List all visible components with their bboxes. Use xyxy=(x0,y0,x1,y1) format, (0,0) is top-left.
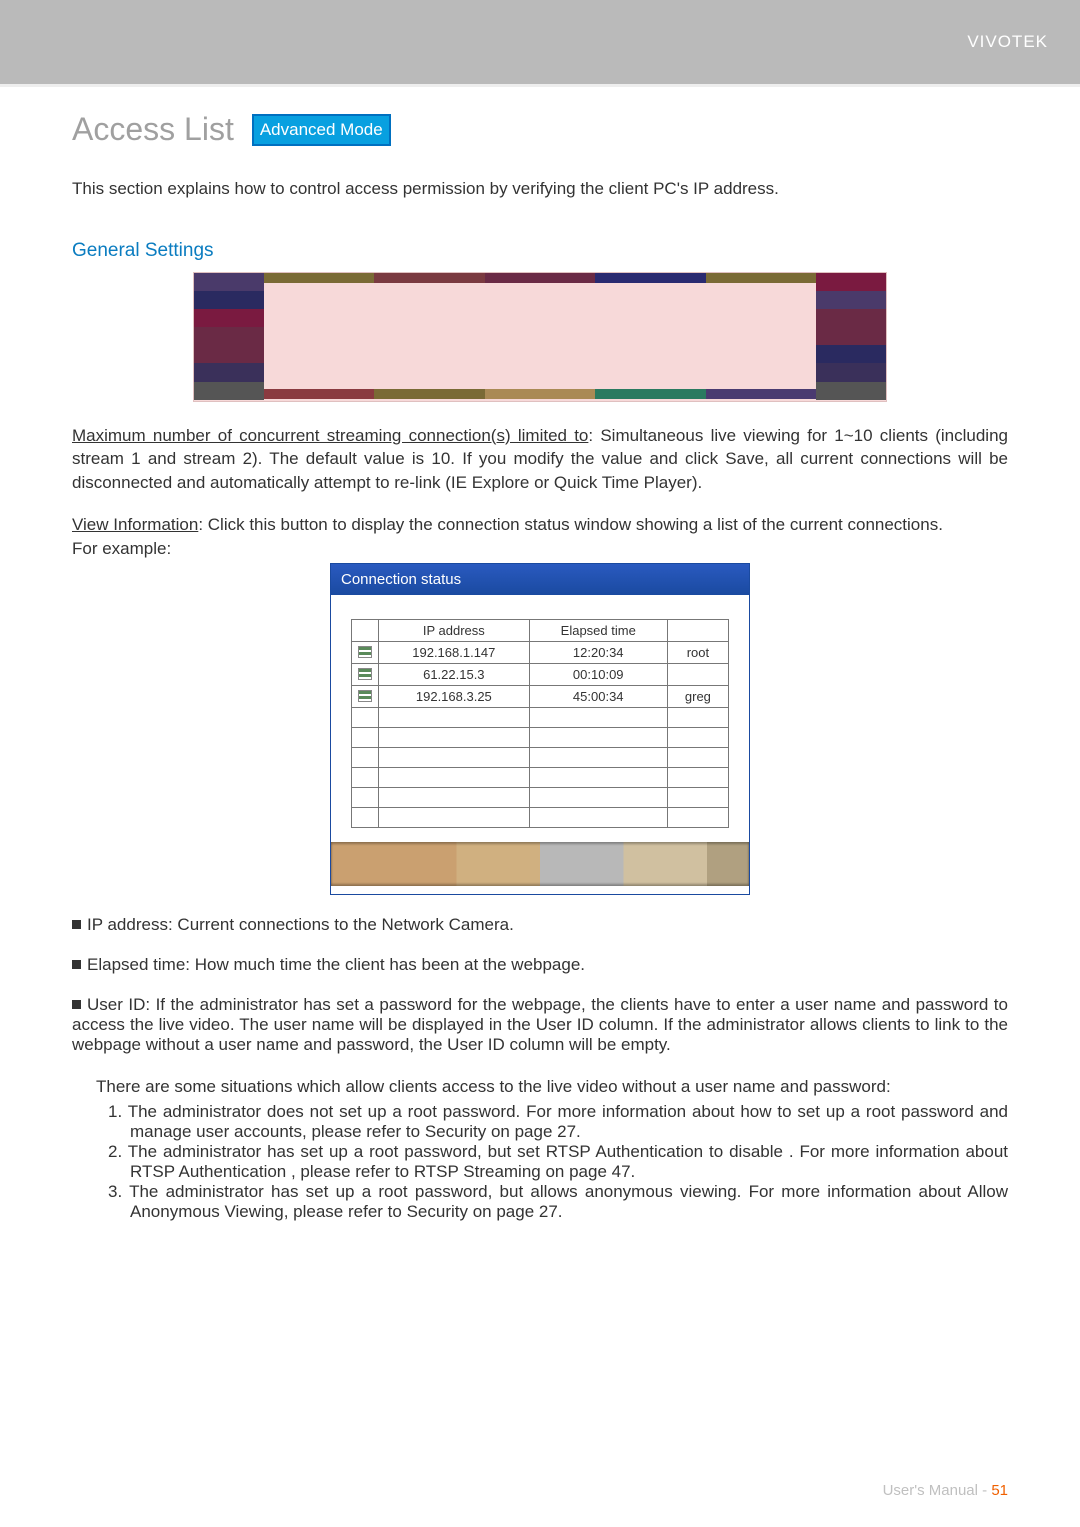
situations-list: 1. The administrator does not set up a r… xyxy=(108,1102,1008,1222)
cell-elapsed: 12:20:34 xyxy=(529,641,667,663)
bullet-et-label: Elapsed time xyxy=(87,955,185,974)
cell-ip: 61.22.15.3 xyxy=(379,663,530,685)
page-number: 51 xyxy=(991,1482,1008,1499)
bullet-uid-label: User ID xyxy=(87,995,145,1014)
cell-elapsed: 00:10:09 xyxy=(529,663,667,685)
situations-block: There are some situations which allow cl… xyxy=(96,1075,1008,1223)
intro-paragraph: This section explains how to control acc… xyxy=(72,176,1008,202)
cell-user: greg xyxy=(667,685,728,707)
brand-label: VIVOTEK xyxy=(967,32,1048,52)
table-row: 61.22.15.3 00:10:09 xyxy=(352,663,729,685)
footer-label: User's Manual - xyxy=(883,1482,992,1499)
page-title: Access List xyxy=(72,111,234,148)
cell-ip: 192.168.1.147 xyxy=(379,641,530,663)
connection-icon xyxy=(358,668,372,680)
bullet-et-body: : How much time the client has been at t… xyxy=(185,955,585,974)
connection-status-table: IP address Elapsed time 192.168.1.147 12… xyxy=(351,619,729,828)
cell-user: root xyxy=(667,641,728,663)
row-icon-cell xyxy=(352,685,379,707)
row-icon-cell xyxy=(352,641,379,663)
bullet-ip: IP address: Current connections to the N… xyxy=(72,915,1008,935)
connection-icon xyxy=(358,690,372,702)
table-row xyxy=(352,727,729,747)
bullet-ip-label: IP address xyxy=(87,915,168,934)
row-icon-cell xyxy=(352,663,379,685)
thumbnail-strip xyxy=(331,842,749,886)
situation-2: 2. The administrator has set up a root p… xyxy=(108,1142,1008,1182)
page-footer: User's Manual - 51 xyxy=(883,1482,1008,1499)
view-info-paragraph: View Information: Click this button to d… xyxy=(72,513,1008,537)
situations-intro: There are some situations which allow cl… xyxy=(96,1075,1008,1099)
table-row: 192.168.1.147 12:20:34 root xyxy=(352,641,729,663)
bullet-ip-body: : Current connections to the Network Cam… xyxy=(168,915,514,934)
connection-status-window: Connection status IP address Elapsed tim… xyxy=(330,563,750,895)
cell-user xyxy=(667,663,728,685)
table-row xyxy=(352,787,729,807)
cell-elapsed: 45:00:34 xyxy=(529,685,667,707)
connection-icon xyxy=(358,646,372,658)
max-connections-paragraph: Maximum number of concurrent streaming c… xyxy=(72,424,1008,495)
bullet-uid-body: : If the administrator has set a passwor… xyxy=(72,995,1008,1054)
table-row xyxy=(352,707,729,727)
table-row: 192.168.3.25 45:00:34 greg xyxy=(352,685,729,707)
general-settings-screenshot xyxy=(193,272,887,402)
page-content: Access List Advanced Mode This section e… xyxy=(0,87,1080,1222)
bullet-userid: User ID: If the administrator has set a … xyxy=(72,995,1008,1055)
situation-3: 3. The administrator has set up a root p… xyxy=(108,1182,1008,1222)
table-header-row: IP address Elapsed time xyxy=(352,619,729,641)
view-info-body: : Click this button to display the conne… xyxy=(198,515,943,534)
square-bullet-icon xyxy=(72,920,81,929)
connection-status-title: Connection status xyxy=(331,564,749,595)
header-blank xyxy=(352,619,379,641)
manual-page: VIVOTEK Access List Advanced Mode This s… xyxy=(0,0,1080,1527)
header-user xyxy=(667,619,728,641)
table-row xyxy=(352,747,729,767)
cell-ip: 192.168.3.25 xyxy=(379,685,530,707)
square-bullet-icon xyxy=(72,960,81,969)
situation-1: 1. The administrator does not set up a r… xyxy=(108,1102,1008,1142)
header-elapsed: Elapsed time xyxy=(529,619,667,641)
header-ip: IP address xyxy=(379,619,530,641)
view-info-label: View Information xyxy=(72,515,198,534)
connection-status-body: IP address Elapsed time 192.168.1.147 12… xyxy=(331,595,749,894)
bullet-elapsed: Elapsed time: How much time the client h… xyxy=(72,955,1008,975)
for-example-label: For example: xyxy=(72,539,1008,559)
advanced-mode-badge: Advanced Mode xyxy=(252,114,391,146)
table-row xyxy=(352,807,729,827)
table-row xyxy=(352,767,729,787)
square-bullet-icon xyxy=(72,1000,81,1009)
max-connections-label: Maximum number of concurrent streaming c… xyxy=(72,426,588,445)
page-header: VIVOTEK xyxy=(0,0,1080,84)
general-settings-heading: General Settings xyxy=(72,240,1008,262)
title-row: Access List Advanced Mode xyxy=(72,111,1008,148)
